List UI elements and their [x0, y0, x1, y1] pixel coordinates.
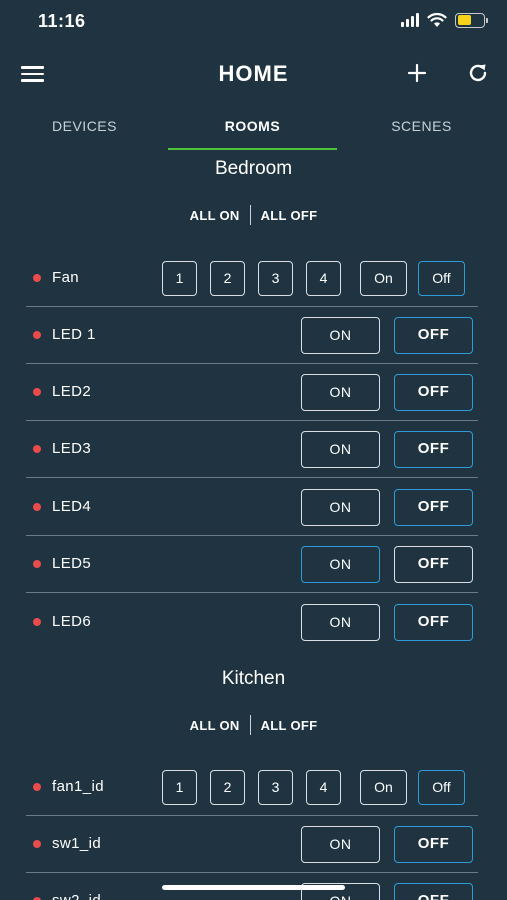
fan-speed-2-button[interactable]: 2 — [210, 770, 245, 805]
device-name: LED 1 — [52, 326, 96, 343]
fan-on-button[interactable]: On — [360, 261, 407, 296]
device-row-sw1: sw1_id ON OFF — [26, 816, 478, 873]
app-header: HOME — [0, 50, 507, 98]
battery-icon — [455, 12, 488, 28]
device-name: LED4 — [52, 498, 92, 515]
off-button[interactable]: OFF — [394, 489, 473, 526]
fan-off-button[interactable]: Off — [418, 261, 465, 296]
device-row-led3: LED3 ON OFF — [26, 421, 478, 478]
on-button[interactable]: ON — [301, 317, 380, 354]
all-on-button[interactable]: ALL ON — [190, 208, 240, 223]
off-button[interactable]: OFF — [394, 374, 473, 411]
all-off-button[interactable]: ALL OFF — [261, 208, 318, 223]
device-row-led5: LED5 ON OFF — [26, 536, 478, 593]
on-button[interactable]: ON — [301, 826, 380, 863]
device-name: LED6 — [52, 613, 92, 630]
on-button[interactable]: ON — [301, 546, 380, 583]
device-row-fan: Fan 1 2 3 4 On Off — [26, 250, 478, 307]
on-button[interactable]: ON — [301, 489, 380, 526]
divider — [249, 715, 251, 735]
on-button[interactable]: ON — [301, 374, 380, 411]
status-dot — [33, 783, 41, 791]
status-dot — [33, 445, 41, 453]
device-row-led6: LED6 ON OFF — [26, 594, 478, 651]
row-divider — [26, 477, 478, 478]
tab-bar: DEVICES ROOMS SCENES — [0, 110, 507, 152]
tab-rooms[interactable]: ROOMS — [168, 110, 337, 150]
on-button[interactable]: ON — [301, 604, 380, 641]
device-name: sw1_id — [52, 835, 102, 852]
add-icon[interactable] — [406, 62, 428, 84]
active-tab-indicator — [168, 148, 337, 150]
bedroom-all-controls: ALL ON ALL OFF — [0, 205, 507, 225]
all-off-button[interactable]: ALL OFF — [261, 718, 318, 733]
signal-icon — [401, 13, 419, 27]
device-name: sw2_id — [52, 892, 101, 900]
device-row-fan1: fan1_id 1 2 3 4 On Off — [26, 759, 478, 816]
status-dot — [33, 274, 41, 282]
fan-speed-4-button[interactable]: 4 — [306, 261, 341, 296]
off-button[interactable]: OFF — [394, 317, 473, 354]
device-name: LED3 — [52, 440, 92, 457]
fan-speed-3-button[interactable]: 3 — [258, 261, 293, 296]
fan-speed-4-button[interactable]: 4 — [306, 770, 341, 805]
tab-scenes[interactable]: SCENES — [337, 110, 506, 150]
device-name: LED5 — [52, 555, 92, 572]
status-time: 11:16 — [38, 11, 86, 31]
off-button[interactable]: OFF — [394, 546, 473, 583]
device-row-led1: LED 1 ON OFF — [26, 307, 478, 364]
off-button[interactable]: OFF — [394, 826, 473, 863]
status-dot — [33, 560, 41, 568]
tab-devices[interactable]: DEVICES — [0, 110, 169, 150]
home-indicator[interactable] — [162, 885, 345, 890]
room-title-bedroom: Bedroom — [214, 158, 293, 179]
device-name: LED2 — [52, 383, 92, 400]
off-button[interactable]: OFF — [394, 883, 473, 900]
status-icons — [401, 12, 488, 28]
device-row-led2: LED2 ON OFF — [26, 364, 478, 421]
divider — [249, 205, 251, 225]
off-button[interactable]: OFF — [394, 604, 473, 641]
on-button[interactable]: ON — [301, 431, 380, 468]
device-name: Fan — [52, 269, 80, 286]
status-dot — [33, 388, 41, 396]
wifi-icon — [427, 12, 447, 27]
row-divider — [26, 592, 478, 593]
status-dot — [33, 618, 41, 626]
fan-speed-1-button[interactable]: 1 — [162, 261, 197, 296]
device-row-led4: LED4 ON OFF — [26, 479, 478, 536]
kitchen-all-controls: ALL ON ALL OFF — [0, 715, 507, 735]
status-dot — [33, 840, 41, 848]
device-name: fan1_id — [52, 778, 105, 795]
all-on-button[interactable]: ALL ON — [190, 718, 240, 733]
fan-on-button[interactable]: On — [360, 770, 407, 805]
room-title-kitchen: Kitchen — [221, 668, 286, 689]
off-button[interactable]: OFF — [394, 431, 473, 468]
fan-off-button[interactable]: Off — [418, 770, 465, 805]
fan-speed-1-button[interactable]: 1 — [162, 770, 197, 805]
fan-speed-2-button[interactable]: 2 — [210, 261, 245, 296]
status-bar: 11:16 — [0, 0, 507, 44]
status-dot — [33, 503, 41, 511]
fan-speed-3-button[interactable]: 3 — [258, 770, 293, 805]
refresh-icon[interactable] — [466, 61, 490, 85]
status-dot — [33, 331, 41, 339]
page-title: HOME — [218, 61, 289, 86]
